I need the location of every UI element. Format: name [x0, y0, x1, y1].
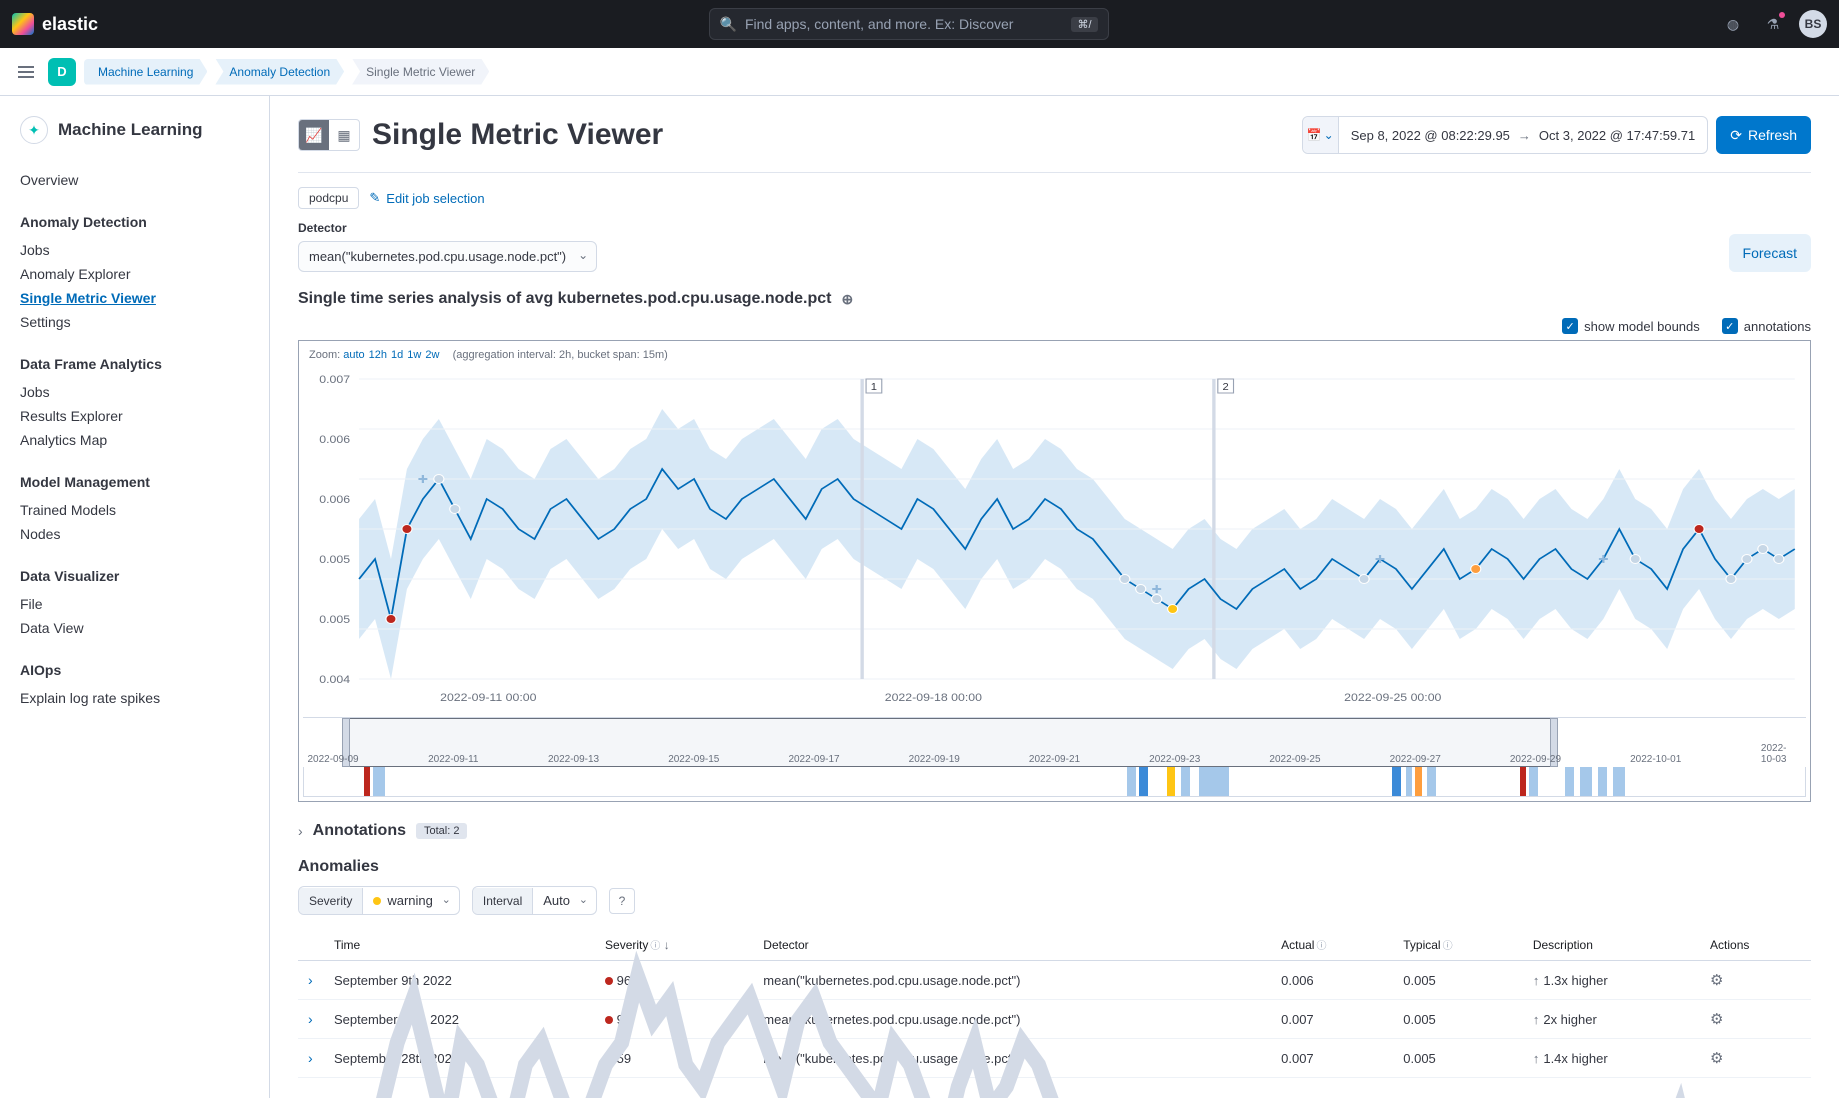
logo-icon — [12, 13, 34, 35]
nav-group-title: Data Visualizer — [20, 568, 249, 584]
refresh-button[interactable]: ⟳ Refresh — [1716, 116, 1811, 154]
svg-text:0.006: 0.006 — [319, 434, 350, 446]
detector-label: Detector — [298, 221, 597, 235]
chevron-right-icon[interactable]: › — [298, 823, 303, 839]
newsfeed-icon[interactable]: ⚗ — [1759, 10, 1787, 38]
sidebar: ✦ Machine Learning Overview Anomaly Dete… — [0, 96, 270, 1098]
ml-icon: ✦ — [20, 116, 48, 144]
date-to: Oct 3, 2022 @ 17:47:59.71 — [1539, 128, 1695, 143]
top-bar: elastic 🔍 Find apps, content, and more. … — [0, 0, 1839, 48]
chart-view-icon[interactable]: 📈 — [299, 120, 329, 150]
zoom-link[interactable]: auto — [343, 349, 364, 361]
breadcrumb-anomaly[interactable]: Anomaly Detection — [215, 59, 344, 85]
calendar-icon: 📅 — [1307, 128, 1322, 142]
svg-text:2: 2 — [1223, 382, 1229, 393]
help-icon[interactable]: ◍ — [1719, 10, 1747, 38]
nav-group-title: Data Frame Analytics — [20, 356, 249, 372]
zoom-link[interactable]: 1d — [391, 349, 403, 361]
main-chart[interactable]: 0.004 0.005 0.005 0.006 0.006 0.007 2022-09-11… — [303, 369, 1806, 709]
nav-item[interactable]: Data View — [20, 616, 249, 640]
search-placeholder: Find apps, content, and more. Ex: Discov… — [745, 16, 1064, 32]
refresh-icon: ⟳ — [1730, 127, 1742, 144]
nav-group-title: Anomaly Detection — [20, 214, 249, 230]
toggle-model-bounds[interactable]: ✓show model bounds — [1562, 318, 1700, 334]
view-toggle[interactable]: 📈 ▦ — [298, 119, 360, 151]
search-kbd: ⌘/ — [1071, 17, 1097, 32]
space-badge[interactable]: D — [48, 58, 76, 86]
table-view-icon[interactable]: ▦ — [329, 120, 359, 150]
sidebar-title: Machine Learning — [58, 120, 203, 140]
nav-item[interactable]: File — [20, 592, 249, 616]
svg-text:0.005: 0.005 — [319, 554, 350, 566]
breadcrumb-row: D Machine Learning Anomaly Detection Sin… — [0, 48, 1839, 96]
brand-logo[interactable]: elastic — [12, 13, 98, 35]
nav-item[interactable]: Jobs — [20, 380, 249, 404]
forecast-button[interactable]: Forecast — [1729, 234, 1811, 272]
date-from: Sep 8, 2022 @ 08:22:29.95 — [1351, 128, 1510, 143]
user-avatar[interactable]: BS — [1799, 10, 1827, 38]
nav-group-title: AIOps — [20, 662, 249, 678]
svg-text:0.006: 0.006 — [319, 494, 350, 506]
global-search[interactable]: 🔍 Find apps, content, and more. Ex: Disc… — [709, 8, 1109, 40]
svg-text:0.005: 0.005 — [319, 614, 350, 626]
chevron-down-icon: ⌄ — [1324, 128, 1334, 142]
edit-job-selection[interactable]: ✎ Edit job selection — [369, 190, 484, 206]
brand-name: elastic — [42, 14, 98, 35]
swimlane[interactable] — [303, 767, 1806, 797]
pencil-icon: ✎ — [369, 190, 380, 206]
main-content: 📈 ▦ Single Metric Viewer 📅⌄ Sep 8, 2022 … — [270, 96, 1839, 1098]
overview-chart[interactable]: 2022-09-092022-09-112022-09-132022-09-15… — [303, 717, 1806, 767]
nav-item[interactable]: Trained Models — [20, 498, 249, 522]
svg-text:0.007: 0.007 — [319, 374, 350, 386]
svg-text:1: 1 — [871, 382, 877, 393]
nav-item[interactable]: Results Explorer — [20, 404, 249, 428]
job-chip[interactable]: podcpu — [298, 187, 359, 209]
chart-container: Zoom: auto12h1d1w2w (aggregation interva… — [298, 340, 1811, 802]
svg-text:2022-09-11 00:00: 2022-09-11 00:00 — [440, 692, 537, 704]
zoom-link[interactable]: 2w — [425, 349, 439, 361]
nav-item[interactable]: Explain log rate spikes — [20, 686, 249, 710]
toggle-annotations[interactable]: ✓annotations — [1722, 318, 1811, 334]
breadcrumb-smv: Single Metric Viewer — [352, 59, 489, 85]
analysis-title: Single time series analysis of avg kuber… — [298, 290, 832, 308]
nav-group-title: Model Management — [20, 474, 249, 490]
breadcrumb-ml[interactable]: Machine Learning — [84, 59, 207, 85]
nav-item[interactable]: Jobs — [20, 238, 249, 262]
nav-toggle[interactable] — [12, 58, 40, 86]
nav-item[interactable]: Settings — [20, 310, 249, 334]
zoom-link[interactable]: 1w — [407, 349, 421, 361]
nav-item[interactable]: Anomaly Explorer — [20, 262, 249, 286]
nav-item[interactable]: Single Metric Viewer — [20, 286, 249, 310]
crosshair-icon[interactable]: ⊕ — [842, 291, 854, 308]
arrow-right-icon: → — [1518, 128, 1531, 143]
svg-text:2022-09-18 00:00: 2022-09-18 00:00 — [885, 692, 983, 704]
date-range-picker[interactable]: 📅⌄ Sep 8, 2022 @ 08:22:29.95 → Oct 3, 20… — [1302, 116, 1709, 154]
detector-select[interactable]: mean("kubernetes.pod.cpu.usage.node.pct"… — [298, 241, 597, 272]
page-title: Single Metric Viewer — [372, 118, 663, 152]
nav-item[interactable]: Analytics Map — [20, 428, 249, 452]
zoom-link[interactable]: 12h — [369, 349, 387, 361]
svg-text:0.004: 0.004 — [319, 674, 350, 686]
svg-text:2022-09-25 00:00: 2022-09-25 00:00 — [1344, 692, 1442, 704]
search-icon: 🔍 — [720, 16, 737, 33]
nav-item[interactable]: Nodes — [20, 522, 249, 546]
nav-overview[interactable]: Overview — [20, 168, 249, 192]
